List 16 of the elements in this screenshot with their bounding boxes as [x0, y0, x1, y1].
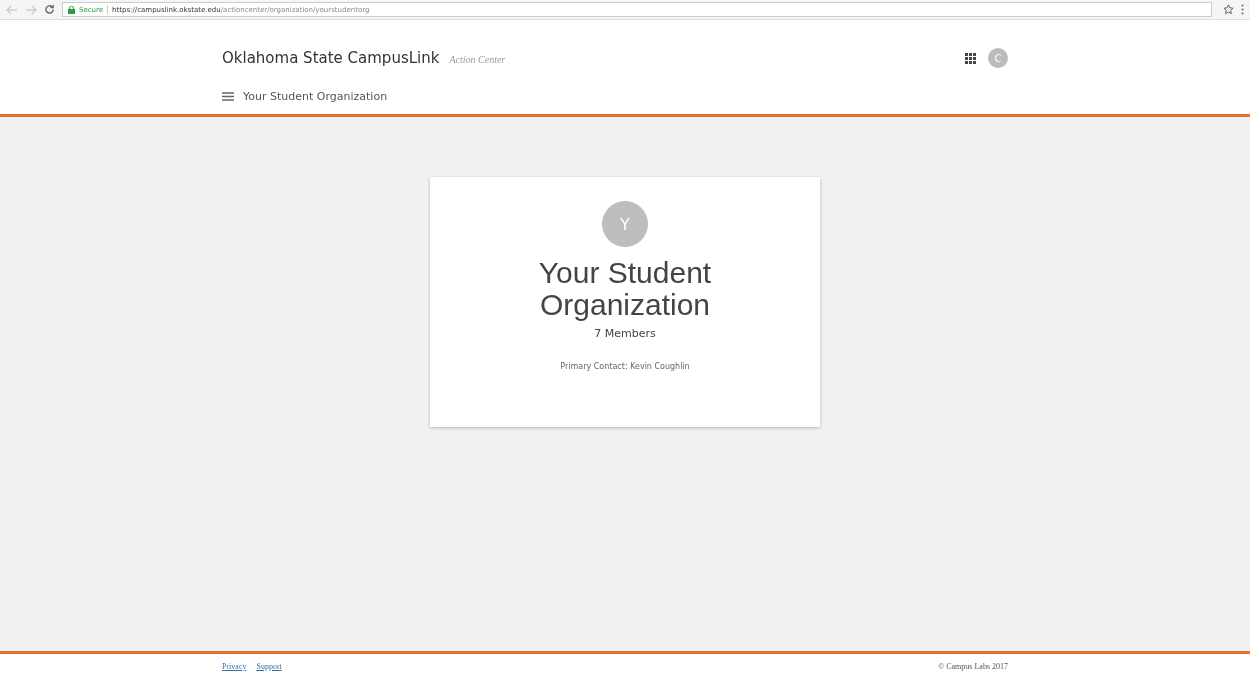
menu-icon[interactable]: [222, 91, 234, 101]
section-label: Action Center: [449, 54, 506, 65]
site-title[interactable]: Oklahoma State CampusLink: [222, 49, 440, 67]
member-count: 7 Members: [594, 327, 656, 340]
copyright-text: © Campus Labs 2017: [938, 662, 1008, 671]
more-options-icon[interactable]: [1241, 4, 1244, 15]
reload-icon[interactable]: [44, 4, 55, 15]
footer-link[interactable]: Support: [256, 662, 282, 671]
apps-grid-icon[interactable]: [965, 52, 976, 64]
bookmark-star-icon[interactable]: [1223, 4, 1234, 15]
primary-contact: Primary Contact: Kevin Coughlin: [560, 362, 690, 371]
organization-avatar: Y: [602, 201, 648, 247]
organization-name: Your Student Organization: [537, 257, 713, 321]
footer-link[interactable]: Privacy: [222, 662, 247, 671]
page-title: Your Student Organization: [243, 89, 388, 103]
lock-icon: [68, 5, 75, 14]
